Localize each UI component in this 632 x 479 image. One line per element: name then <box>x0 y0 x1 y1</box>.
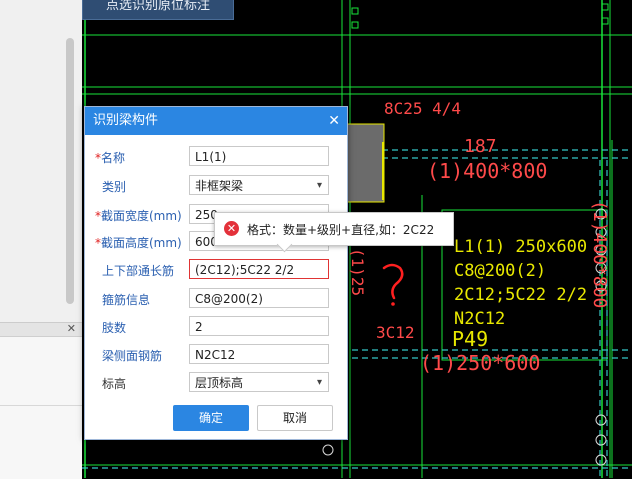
field-label-category: 类别 <box>102 180 127 194</box>
field-row-stirrup: 箍筋信息 C8@200(2) <box>85 288 347 310</box>
field-row-side-rebar: 梁侧面钢筋 N2C12 <box>85 344 347 366</box>
field-label-legs: 肢数 <box>102 321 127 335</box>
cancel-button[interactable]: 取消 <box>257 405 333 431</box>
cad-label-top: 8C25 4/4 <box>384 99 461 118</box>
format-error-tooltip: ✕ 格式：数量+级别+直径,如：2C22 <box>214 212 454 253</box>
elevation-select[interactable]: 层顶标高 <box>189 372 329 392</box>
field-label-name: *名称 <box>95 151 126 165</box>
legs-input[interactable]: 2 <box>189 316 329 336</box>
left-panel-scrollbar[interactable] <box>66 38 74 304</box>
field-row-legs: 肢数 2 <box>85 316 347 338</box>
cad-beam-line4: N2C12 <box>454 309 505 329</box>
category-select[interactable]: 非框架梁 <box>189 175 329 195</box>
name-input[interactable]: L1(1) <box>189 146 329 166</box>
pick-identify-button[interactable]: 点选识别原位标注 <box>82 0 234 20</box>
field-label-side-rebar: 梁侧面钢筋 <box>102 349 163 363</box>
error-icon: ✕ <box>224 221 239 236</box>
left-panel: ✕ <box>0 0 82 479</box>
cad-vert-right: (1)400*800 <box>589 200 610 308</box>
dialog-title: 识别梁构件 <box>93 113 159 128</box>
cad-beam-line1: L1(1) 250x600 <box>454 237 587 257</box>
left-bottom-panel: ✕ <box>0 322 82 479</box>
tooltip-message: 格式：数量+级别+直径,如：2C22 <box>247 223 435 237</box>
field-label-height: *截面高度(mm) <box>95 236 182 250</box>
close-icon[interactable]: ✕ <box>67 322 76 335</box>
cad-left-label: 3C12 <box>376 323 415 342</box>
divider <box>0 405 82 406</box>
field-label-longitudinal: 上下部通长筋 <box>102 264 175 278</box>
field-label-width: *截面宽度(mm) <box>95 209 182 223</box>
cad-p-label: P49 <box>452 327 488 351</box>
ok-button[interactable]: 确定 <box>173 405 249 431</box>
longitudinal-rebar-input[interactable]: (2C12);5C22 2/2 <box>189 259 329 279</box>
cad-section-bottom: (1)250*600 <box>420 351 540 375</box>
field-row-name: *名称 L1(1) <box>85 146 347 168</box>
cad-dim-top: 187 <box>464 136 497 157</box>
field-label-elevation: 标高 <box>102 377 127 391</box>
side-rebar-input[interactable]: N2C12 <box>189 344 329 364</box>
stirrup-input[interactable]: C8@200(2) <box>189 288 329 308</box>
identify-beam-dialog: 识别梁构件 ✕ *名称 L1(1) 类别 非框架梁 *截面宽度(mm) 250 … <box>84 106 348 440</box>
close-icon[interactable]: ✕ <box>328 107 340 135</box>
dialog-title-bar[interactable]: 识别梁构件 ✕ <box>85 107 347 135</box>
field-row-longitudinal: 上下部通长筋 (2C12);5C22 2/2 <box>85 259 347 281</box>
field-row-category: 类别 非框架梁 <box>85 175 347 197</box>
field-label-stirrup: 箍筋信息 <box>102 293 151 307</box>
field-row-elevation: 标高 层顶标高 <box>85 372 347 394</box>
cad-beam-line2: C8@200(2) <box>454 261 546 281</box>
cad-beam-line3: 2C12;5C22 2/2 <box>454 285 587 305</box>
cad-section-top: (1)400*800 <box>427 159 547 183</box>
cad-vert-left: (1)25 <box>348 248 367 296</box>
